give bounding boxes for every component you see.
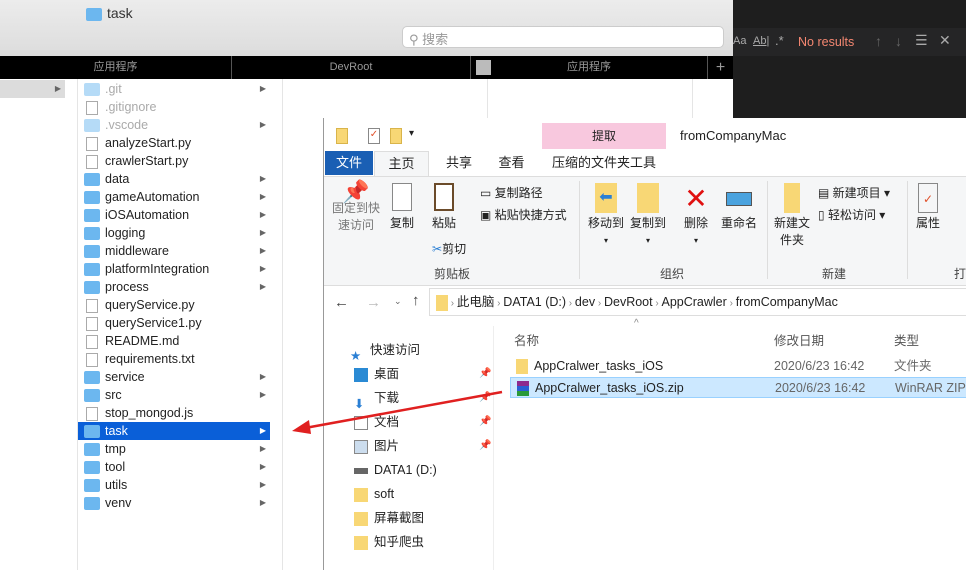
annotation-arrow [292,390,503,434]
arrow-head [292,420,311,434]
arrow-line [304,390,503,430]
